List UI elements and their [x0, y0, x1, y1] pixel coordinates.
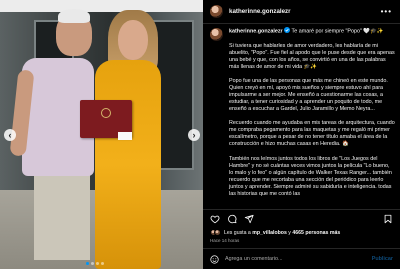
more-horizontal-icon[interactable]: ••• [381, 7, 392, 16]
woman-head [118, 20, 148, 60]
verified-icon [284, 27, 291, 33]
caption-paragraph: También nos leímos juntos todos los libr… [229, 155, 392, 197]
comment-icon[interactable] [227, 214, 237, 224]
comment-input[interactable]: Agrega un comentario... [225, 256, 372, 262]
caption-paragraph: Recuerdo cuando me ayudaba en mis tareas… [229, 120, 395, 148]
card [118, 132, 132, 140]
chevron-right-icon[interactable]: › [188, 129, 200, 141]
likes-others[interactable]: 4665 personas más [292, 230, 340, 236]
author-username[interactable]: katherinne.gonzalezr [229, 8, 291, 15]
post-timestamp[interactable]: Hace 14 horas [210, 238, 239, 243]
post-photo[interactable]: ‹ › [0, 0, 203, 269]
likes-prefix: Les gusta a [224, 229, 253, 236]
carousel-dot [101, 262, 104, 265]
carousel-dot [96, 262, 99, 265]
carousel-dot [91, 262, 94, 265]
heart-icon[interactable] [210, 214, 220, 224]
caption: katherinne.gonzalezr Te amaré por siempr… [210, 27, 396, 208]
caption-paragraph: Si tuviera que hablarles de amor verdade… [229, 42, 395, 70]
emoji-icon[interactable] [210, 254, 219, 264]
diploma-seal [101, 108, 111, 118]
caption-first-line: Te amaré por siempre "Popo" 🤍🎓✨ [291, 28, 384, 35]
caption-paragraph: Popo fue una de las personas que más me … [229, 77, 388, 113]
comment-bar: Agrega un comentario... Publicar [203, 248, 400, 269]
man-pants [34, 172, 90, 260]
liker-username[interactable]: mp_villalobos [252, 230, 287, 236]
avatar[interactable] [210, 28, 223, 41]
post-comment-button[interactable]: Publicar [372, 256, 393, 262]
woman-dress [95, 60, 161, 269]
bookmark-icon[interactable] [383, 214, 393, 224]
likes-summary[interactable]: Les gusta a mp_villalobos y 4665 persona… [210, 229, 340, 236]
post-header: katherinne.gonzalezr ••• [203, 0, 400, 24]
liker-avatar [214, 229, 221, 236]
man-hair [58, 9, 90, 23]
caption-username[interactable]: katherinne.gonzalezr [229, 29, 283, 35]
chevron-left-icon[interactable]: ‹ [4, 129, 16, 141]
carousel-dot [86, 262, 89, 265]
avatar[interactable] [210, 5, 223, 18]
carousel-dots [86, 262, 104, 265]
post-panel: katherinne.gonzalezr ••• katherinne.gonz… [203, 0, 400, 269]
send-icon[interactable] [244, 214, 254, 224]
action-bar [203, 209, 400, 227]
